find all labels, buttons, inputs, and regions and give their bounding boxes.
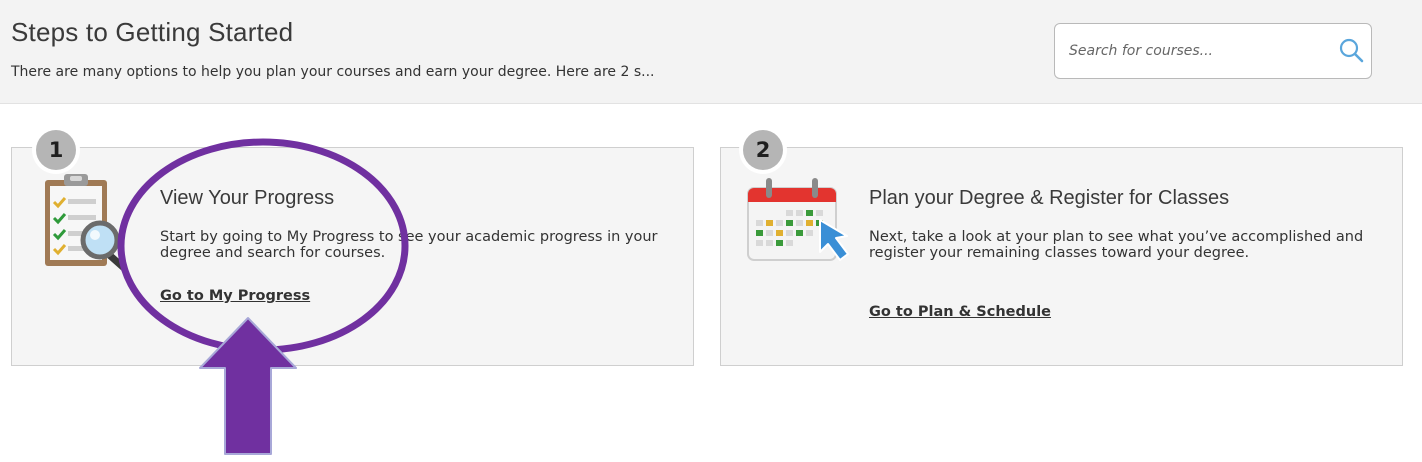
step-2-description: Next, take a look at your plan to see wh… [869, 229, 1364, 261]
page-header: Steps to Getting Started There are many … [0, 0, 1422, 104]
page-title: Steps to Getting Started [11, 17, 294, 47]
step-number-badge: 2 [743, 130, 783, 170]
go-to-my-progress-link[interactable]: Go to My Progress [160, 288, 310, 304]
step-1-title: View Your Progress [160, 187, 335, 209]
calendar-arrow-icon [747, 178, 849, 261]
page-subtitle: There are many options to help you plan … [11, 64, 655, 80]
search-input[interactable] [1069, 38, 1319, 64]
go-to-plan-schedule-link[interactable]: Go to Plan & Schedule [869, 304, 1051, 320]
search-box[interactable] [1054, 23, 1372, 79]
step-1-description: Start by going to My Progress to see you… [160, 229, 658, 261]
clipboard-magnifier-icon [45, 174, 128, 272]
search-icon[interactable] [1338, 37, 1364, 63]
step-2-title: Plan your Degree & Register for Classes [869, 187, 1230, 209]
step-number-badge: 1 [36, 130, 76, 170]
